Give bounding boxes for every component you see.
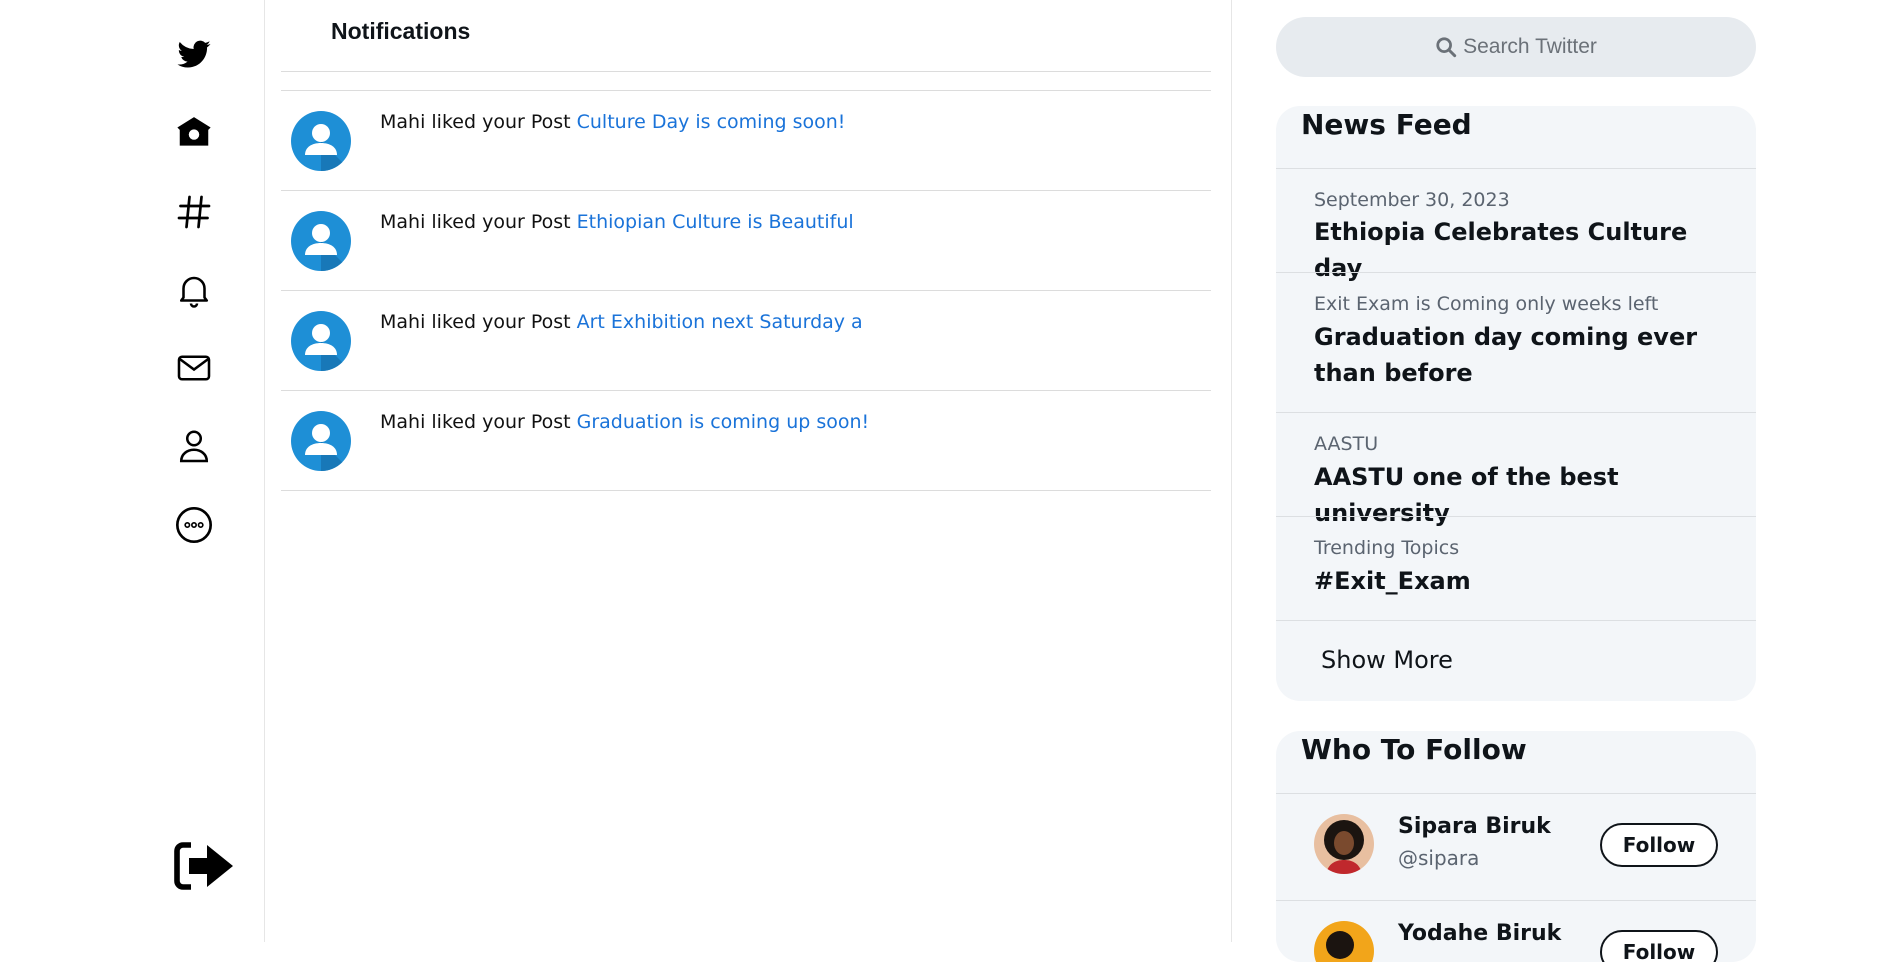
- news-item[interactable]: Trending Topics #Exit_Exam: [1276, 516, 1756, 621]
- search-input[interactable]: Search Twitter: [1276, 17, 1756, 77]
- news-item[interactable]: September 30, 2023 Ethiopia Celebrates C…: [1276, 168, 1756, 282]
- news-item-headline: #Exit_Exam: [1314, 567, 1471, 595]
- avatar: [291, 211, 351, 271]
- post-link[interactable]: Culture Day is coming soon!: [577, 111, 846, 133]
- news-feed-title: News Feed: [1301, 108, 1472, 141]
- header-divider: [281, 71, 1211, 72]
- user-name: Yodahe Biruk: [1398, 921, 1562, 946]
- follow-button[interactable]: Follow: [1600, 930, 1718, 962]
- follow-suggestion: Yodahe Biruk Follow: [1276, 900, 1756, 962]
- profile-icon[interactable]: [174, 426, 214, 466]
- notification-prefix: Mahi liked your Post: [380, 411, 577, 433]
- show-more-button[interactable]: Show More: [1321, 646, 1453, 674]
- show-more-row: Show More: [1276, 620, 1756, 701]
- avatar: [1314, 814, 1374, 874]
- notification-item[interactable]: Mahi liked your Post Art Exhibition next…: [281, 291, 1211, 391]
- notification-prefix: Mahi liked your Post: [380, 311, 577, 333]
- news-item[interactable]: Exit Exam is Coming only weeks left Grad…: [1276, 272, 1756, 413]
- avatar: [291, 311, 351, 371]
- news-item-subtitle: September 30, 2023: [1314, 189, 1510, 211]
- post-link[interactable]: Graduation is coming up soon!: [577, 411, 870, 433]
- page-title: Notifications: [331, 18, 471, 44]
- notification-text: Mahi liked your Post Art Exhibition next…: [380, 311, 863, 333]
- follow-suggestion: Sipara Biruk @sipara Follow: [1276, 793, 1756, 901]
- notification-item[interactable]: Mahi liked your Post Graduation is comin…: [281, 391, 1211, 491]
- follow-button[interactable]: Follow: [1600, 823, 1718, 867]
- search-placeholder: Search Twitter: [1463, 35, 1597, 58]
- post-link[interactable]: Ethiopian Culture is Beautiful: [577, 211, 854, 233]
- news-item-subtitle: Trending Topics: [1314, 537, 1460, 559]
- notification-prefix: Mahi liked your Post: [380, 211, 577, 233]
- news-item-headline: Graduation day coming ever than before: [1314, 323, 1698, 387]
- notification-item[interactable]: Mahi liked your Post Ethiopian Culture i…: [281, 191, 1211, 291]
- news-feed-card: News Feed September 30, 2023 Ethiopia Ce…: [1276, 106, 1756, 701]
- bell-icon[interactable]: [174, 270, 214, 310]
- post-link[interactable]: Art Exhibition next Saturday a: [577, 311, 863, 333]
- sidebar: [0, 0, 265, 942]
- notification-prefix: Mahi liked your Post: [380, 111, 577, 133]
- logout-icon[interactable]: [172, 838, 236, 894]
- news-item[interactable]: AASTU AASTU one of the best university: [1276, 412, 1756, 527]
- twitter-bird-icon[interactable]: [174, 35, 214, 75]
- search-icon: [1436, 37, 1457, 58]
- notification-text: Mahi liked your Post Culture Day is comi…: [380, 111, 845, 133]
- home-icon[interactable]: [174, 113, 214, 153]
- user-handle: @sipara: [1398, 846, 1480, 870]
- notification-text: Mahi liked your Post Graduation is comin…: [380, 411, 869, 433]
- hashtag-icon[interactable]: [174, 192, 214, 232]
- more-icon[interactable]: [174, 505, 214, 545]
- who-to-follow-card: Who To Follow Sipara Biruk @sipara Follo…: [1276, 731, 1756, 962]
- news-item-subtitle: AASTU: [1314, 433, 1379, 455]
- notification-text: Mahi liked your Post Ethiopian Culture i…: [380, 211, 854, 233]
- user-name: Sipara Biruk: [1398, 814, 1551, 839]
- news-item-subtitle: Exit Exam is Coming only weeks left: [1314, 293, 1659, 315]
- notification-item[interactable]: Mahi liked your Post Culture Day is comi…: [281, 91, 1211, 191]
- who-to-follow-title: Who To Follow: [1301, 733, 1527, 766]
- avatar: [291, 411, 351, 471]
- notifications-panel: Notifications Mahi liked your Post Cultu…: [265, 0, 1232, 942]
- mail-icon[interactable]: [174, 348, 214, 388]
- avatar: [291, 111, 351, 171]
